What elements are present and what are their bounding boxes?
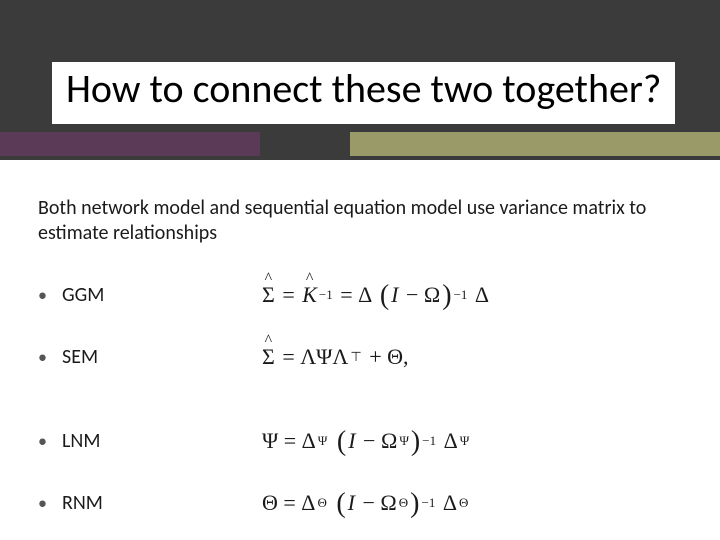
formula-rnm: Θ = ΔΘ (I − ΩΘ)−1 ΔΘ [262,490,682,516]
accent-gap [260,132,350,156]
accent-olive [350,132,720,156]
item-label: GGM [62,283,262,307]
item-label: RNM [62,491,262,515]
bullet-icon: • [38,492,62,514]
header-band: How to connect these two together? [0,0,720,160]
formula-ggm: Σ = K−1 = Δ (I − Ω)−1 Δ [262,282,682,308]
bullet-icon: • [38,430,62,452]
item-ggm: • GGM Σ = K−1 = Δ (I − Ω)−1 Δ [38,264,682,326]
accent-purple [0,132,260,156]
item-rnm: • RNM Θ = ΔΘ (I − ΩΘ)−1 ΔΘ [38,472,682,534]
formula-sem: Σ = ΛΨΛ⊤ + Θ, [262,344,682,370]
accent-stripe [0,132,720,156]
slide-title: How to connect these two together? [52,62,675,124]
bullet-icon: • [38,284,62,306]
item-label: SEM [62,345,262,369]
intro-text: Both network model and sequential equati… [38,196,658,246]
item-label: LNM [62,429,262,453]
formula-lnm: Ψ = ΔΨ (I − ΩΨ)−1 ΔΨ [262,428,682,454]
bullet-icon: • [38,346,62,368]
item-sem: • SEM Σ = ΛΨΛ⊤ + Θ, [38,326,682,388]
body-area: Both network model and sequential equati… [0,160,720,534]
item-lnm: • LNM Ψ = ΔΨ (I − ΩΨ)−1 ΔΨ [38,410,682,472]
